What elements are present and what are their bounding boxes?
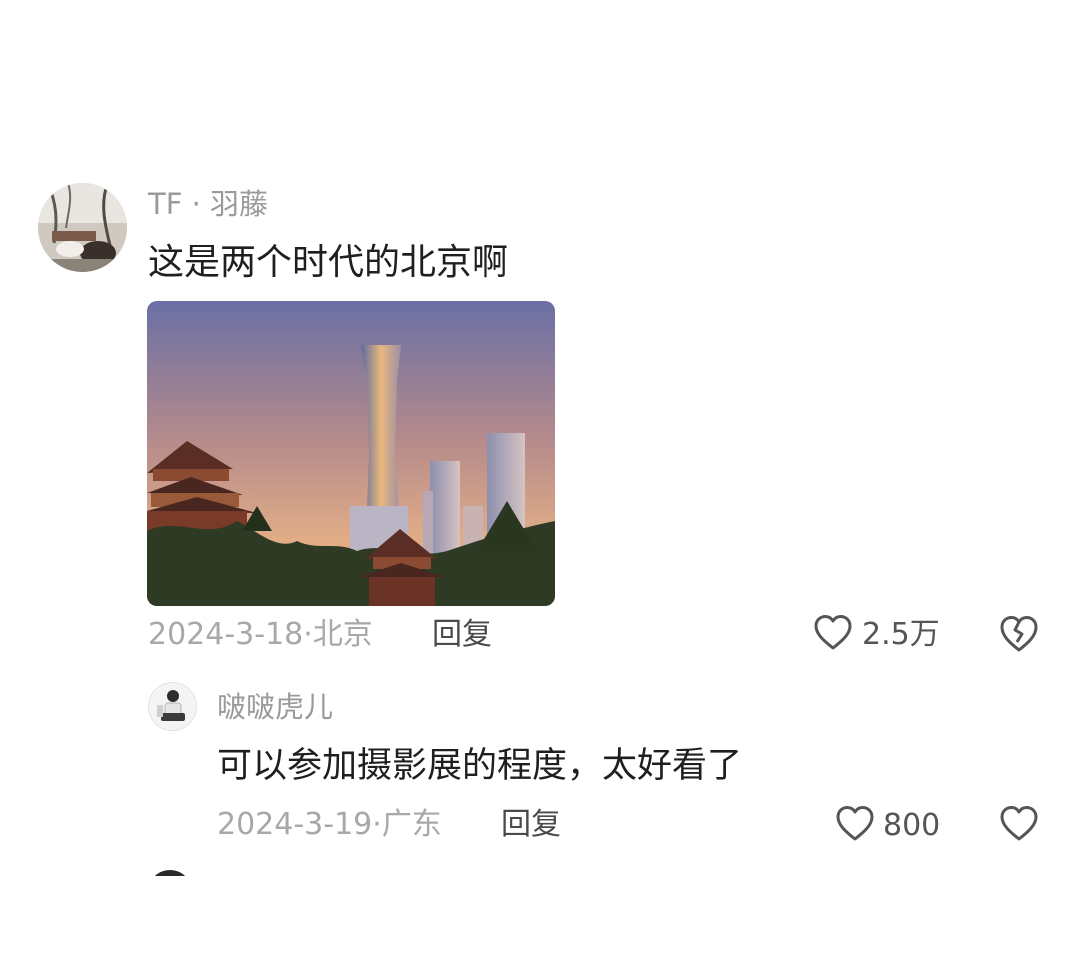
like-button[interactable] [812,612,854,654]
reply-button[interactable]: 回复 [501,804,561,846]
bottom-overlay [0,876,1080,978]
avatar-photo-icon [149,683,196,730]
like-count: 800 [883,808,941,843]
meta-separator: · [372,807,382,842]
avatar[interactable] [148,682,197,731]
comment-location: 广东 [381,807,442,842]
comment-location: 北京 [312,617,373,652]
like-button[interactable] [834,803,876,845]
avatar-photo-icon [38,183,127,272]
reply-button[interactable]: 回复 [432,614,492,656]
comment-username[interactable]: 啵啵虎儿 [217,688,333,726]
heart-outline-icon [814,615,852,650]
beijing-skyline-photo-icon [147,301,555,606]
comment-photo[interactable] [147,301,555,606]
comment-date: 2024-3-18 [148,617,304,652]
comment-meta: 2024-3-18·北京 [148,614,373,656]
dislike-button[interactable] [998,803,1040,845]
comment-username[interactable]: TF · 羽藤 [148,186,268,222]
comment-date: 2024-3-19 [217,807,373,842]
heart-outline-icon [836,806,874,841]
comment-text: 可以参加摄影展的程度，太好看了 [217,746,743,786]
dislike-button[interactable] [997,612,1041,656]
comment-meta: 2024-3-19·广东 [217,804,442,846]
meta-separator: · [303,617,313,652]
avatar[interactable] [38,183,127,272]
comment-text: 这是两个时代的北京啊 [148,242,509,283]
broken-heart-outline-icon [1000,806,1038,841]
broken-heart-outline-icon [1000,616,1038,652]
like-count: 2.5万 [862,617,940,652]
